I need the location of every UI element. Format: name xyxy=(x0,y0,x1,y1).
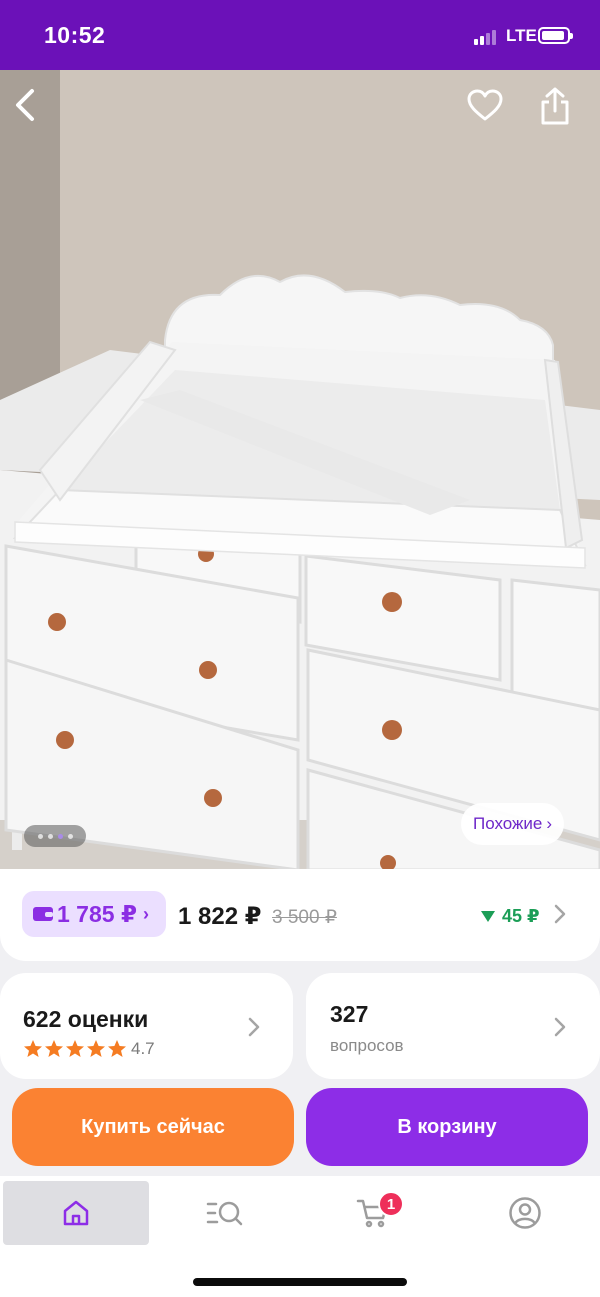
price-card: 1 785 ₽ › 1 822 ₽ 3 500 ₽ 45 ₽ xyxy=(0,869,600,961)
star-icons xyxy=(24,1040,126,1057)
old-price: 3 500 ₽ xyxy=(272,907,337,928)
current-price: 1 822 ₽ xyxy=(178,903,262,930)
rating-value: 4.7 xyxy=(131,1039,155,1058)
battery-icon xyxy=(538,27,573,44)
tab-bar: 1 xyxy=(0,1176,600,1297)
product-image xyxy=(0,70,600,870)
chevron-left-icon xyxy=(16,89,34,121)
ratings-card[interactable]: 622 оценки 4.7 xyxy=(0,973,293,1079)
tab-cart[interactable]: 1 xyxy=(300,1181,446,1245)
similar-button[interactable]: Похожие › xyxy=(461,803,565,845)
add-to-cart-button[interactable]: В корзину xyxy=(306,1088,588,1166)
questions-label: вопросов xyxy=(330,1036,404,1055)
tab-profile[interactable] xyxy=(452,1181,598,1245)
wallet-icon xyxy=(33,907,53,921)
triangle-down-icon xyxy=(481,911,495,922)
carousel-dot-active xyxy=(57,833,63,839)
home-icon xyxy=(63,1200,89,1226)
tab-home[interactable] xyxy=(3,1181,149,1245)
chevron-right-icon: › xyxy=(546,814,553,833)
heart-icon xyxy=(467,89,503,121)
carousel-dot xyxy=(37,833,43,839)
home-indicator xyxy=(193,1278,407,1286)
cashback-value: 45 ₽ xyxy=(502,906,540,926)
buy-now-button[interactable]: Купить сейчас xyxy=(12,1088,294,1166)
product-screen: 10:52 LTE Похожие › 1 785 ₽ › 1 822 ₽ 3 … xyxy=(0,0,600,1297)
signal-icon xyxy=(474,29,500,45)
cashback[interactable]: 45 ₽ xyxy=(480,906,540,927)
chevron-right-icon[interactable] xyxy=(553,903,567,925)
wallet-price-button[interactable]: 1 785 ₽ › xyxy=(22,891,166,937)
chevron-right-icon xyxy=(248,1017,260,1037)
chevron-right-icon: › xyxy=(142,903,149,924)
network-label: LTE xyxy=(506,26,537,45)
status-time: 10:52 xyxy=(44,22,106,48)
product-photo[interactable]: Похожие › xyxy=(0,70,600,870)
questions-card[interactable]: 327 вопросов xyxy=(306,973,600,1079)
carousel-dot xyxy=(47,833,53,839)
wallet-price: 1 785 ₽ xyxy=(57,900,137,927)
profile-icon xyxy=(509,1197,541,1229)
chevron-right-icon xyxy=(554,1017,566,1037)
carousel-dot xyxy=(67,833,73,839)
carousel-indicator xyxy=(24,825,86,847)
favorite-button[interactable] xyxy=(466,88,516,138)
status-bar: 10:52 LTE xyxy=(0,0,600,70)
catalog-search-icon xyxy=(206,1201,243,1226)
share-icon xyxy=(541,87,569,125)
questions-count: 327 xyxy=(330,1001,369,1027)
back-button[interactable] xyxy=(12,88,62,138)
share-button[interactable] xyxy=(539,86,589,136)
ratings-count: 622 оценки xyxy=(23,1006,149,1032)
rating-stars xyxy=(23,1039,127,1059)
cart-badge: 1 xyxy=(378,1191,404,1217)
tab-catalog[interactable] xyxy=(152,1181,298,1245)
similar-label: Похожие xyxy=(473,814,543,833)
